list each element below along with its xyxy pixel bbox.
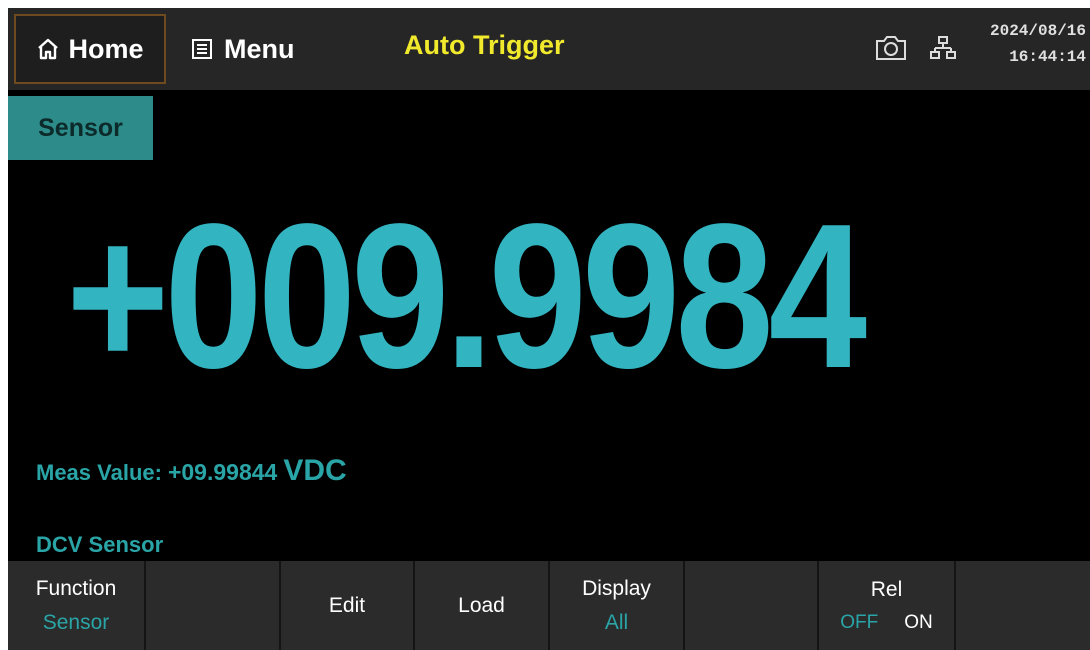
softkey-bar: Function Sensor Edit Load Display All Re…: [8, 561, 1090, 650]
menu-icon: [192, 39, 212, 59]
softkey-display[interactable]: Display All: [550, 561, 685, 650]
home-icon: [38, 38, 59, 60]
mode-tag: Sensor: [8, 96, 153, 160]
main-reading: +009.9984: [66, 181, 867, 411]
status-bar: Home Menu Auto Trigger 2024/08/16 16:44:…: [8, 8, 1090, 90]
home-button[interactable]: Home: [14, 14, 166, 84]
softkey-rel[interactable]: Rel OFF ON: [819, 561, 956, 650]
meas-label: Meas Value:: [36, 460, 162, 485]
meas-value: +09.99844: [167, 459, 278, 485]
softkey-sub: All: [604, 610, 629, 634]
time-text: 16:44:14: [1009, 48, 1086, 66]
rel-toggle[interactable]: OFF ON: [840, 612, 933, 634]
camera-icon[interactable]: [874, 34, 908, 62]
softkey-label: Edit: [328, 593, 366, 617]
softkey-load[interactable]: Load: [415, 561, 550, 650]
meas-value-line: Meas Value: +09.99844 VDC: [36, 454, 347, 488]
menu-button[interactable]: Menu: [190, 14, 295, 84]
softkey-blank-3[interactable]: [956, 561, 1090, 650]
date-text: 2024/08/16: [989, 22, 1086, 40]
menu-label: Menu: [224, 33, 295, 64]
softkey-blank-2[interactable]: [685, 561, 819, 650]
softkey-edit[interactable]: Edit: [281, 561, 415, 650]
meas-unit: VDC: [283, 454, 347, 487]
rel-off: OFF: [840, 611, 879, 633]
softkey-function[interactable]: Function Sensor: [8, 561, 146, 650]
softkey-label: Function: [35, 576, 117, 600]
softkey-blank-1[interactable]: [146, 561, 281, 650]
softkey-label: Display: [582, 576, 651, 600]
dmm-screen: Home Menu Auto Trigger 2024/08/16 16:44:…: [8, 8, 1090, 650]
softkey-label: Load: [458, 593, 505, 617]
datetime: 2024/08/16 16:44:14: [990, 18, 1086, 70]
home-label: Home: [68, 33, 144, 64]
rel-on: ON: [904, 611, 933, 633]
softkey-sub: Sensor: [42, 610, 110, 634]
softkey-label: Rel: [870, 577, 903, 601]
trigger-mode[interactable]: Auto Trigger: [404, 30, 565, 61]
function-label: DCV Sensor: [36, 532, 164, 557]
network-icon: [930, 36, 956, 59]
